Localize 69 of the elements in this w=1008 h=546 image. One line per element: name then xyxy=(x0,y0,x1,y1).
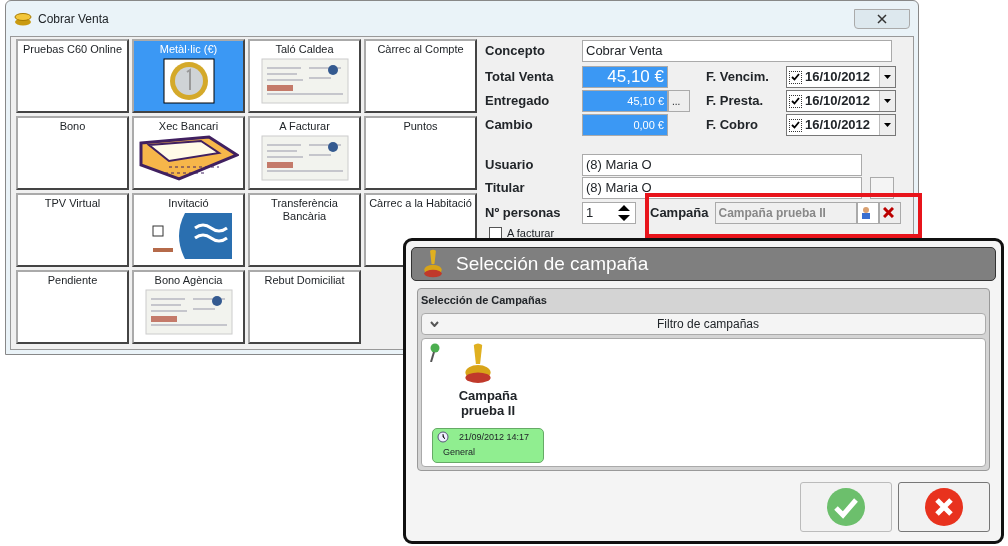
document-icon xyxy=(144,289,233,335)
field-label: F. Cobro xyxy=(706,116,759,135)
close-icon xyxy=(877,13,887,24)
person-icon xyxy=(860,206,871,219)
chequebook-icon xyxy=(138,135,239,181)
payment-tile[interactable]: TPV Virtual xyxy=(16,193,129,267)
check-icon xyxy=(826,486,866,527)
filter-bar[interactable]: Filtro de campañas xyxy=(421,312,986,335)
check-mark-icon xyxy=(791,73,800,81)
cancel-button[interactable] xyxy=(898,481,990,532)
field-label: Campaña xyxy=(650,203,709,222)
check-mark-icon xyxy=(791,121,800,129)
stamp-icon xyxy=(422,249,444,279)
close-icon xyxy=(882,207,894,218)
clear-button[interactable] xyxy=(878,201,901,224)
ellipsis-button[interactable]: ... xyxy=(668,90,690,112)
date-picker[interactable]: 16/10/2012 xyxy=(786,66,896,88)
chevron-icon xyxy=(430,320,439,327)
date-picker[interactable]: 16/10/2012 xyxy=(786,114,896,136)
document-icon xyxy=(260,135,349,181)
group-title: Selección de Campañas xyxy=(421,293,548,308)
field-label: Concepto xyxy=(485,42,546,61)
field-label: Nº personas xyxy=(485,203,562,222)
spin-arrows-icon[interactable] xyxy=(616,203,632,222)
pin-icon xyxy=(430,342,440,362)
usuario-field[interactable]: (8) Maria O xyxy=(582,153,862,176)
document-icon xyxy=(260,58,349,104)
payment-tile[interactable]: A Facturar xyxy=(248,116,361,190)
clock-icon xyxy=(437,431,449,444)
date-picker[interactable]: 16/10/2012 xyxy=(786,90,896,112)
field-label: Cambio xyxy=(485,116,534,135)
spin-field[interactable]: 1 xyxy=(582,201,636,224)
payment-tile[interactable]: Invitació xyxy=(132,193,245,267)
campaign-date: 21/09/2012 14:17 xyxy=(459,430,530,444)
close-button[interactable] xyxy=(854,8,910,29)
payment-tile[interactable]: Xec Bancari xyxy=(132,116,245,190)
date-value: 16/10/2012 xyxy=(805,68,871,87)
payment-tile[interactable]: Bono Agència xyxy=(132,270,245,344)
date-value: 16/10/2012 xyxy=(805,92,871,111)
payment-tile[interactable]: Rebut Domiciliat xyxy=(248,270,361,344)
checkbox-label: A facturar xyxy=(507,225,555,241)
campaign-category: General xyxy=(443,447,476,457)
cross-icon xyxy=(924,486,964,527)
field-label: Titular xyxy=(485,178,526,197)
payment-tile[interactable]: Pruebas C60 Online xyxy=(16,39,129,113)
coins-icon xyxy=(14,11,32,26)
date-value: 16/10/2012 xyxy=(805,116,871,135)
field-label: F. Presta. xyxy=(706,92,765,111)
payment-tile[interactable]: Càrrec al Compte xyxy=(364,39,477,113)
campaign-name: Campaña prueba II xyxy=(457,387,519,418)
coin-icon xyxy=(162,58,215,104)
checkbox[interactable] xyxy=(789,70,802,84)
person-button[interactable] xyxy=(856,201,879,224)
window-title: Cobrar Venta xyxy=(38,10,109,28)
payment-tile[interactable]: Bono xyxy=(16,116,129,190)
payment-tile[interactable]: Transferència Bancària xyxy=(248,193,361,267)
checkbox[interactable] xyxy=(789,118,802,132)
check-mark-icon xyxy=(791,97,800,105)
payment-tile[interactable]: Puntos xyxy=(364,116,477,190)
checkbox[interactable] xyxy=(789,94,802,108)
field-label: F. Vencim. xyxy=(706,68,770,87)
field-label: Total Venta xyxy=(485,68,555,87)
campaign-item[interactable]: Campaña prueba II 21/09/2012 14:17 General xyxy=(430,342,546,464)
concepto-field[interactable]: Cobrar Venta xyxy=(582,40,892,62)
payment-tile[interactable]: Pendiente xyxy=(16,270,129,344)
field-label: Usuario xyxy=(485,155,535,174)
field-label: Entregado xyxy=(485,92,551,111)
stamp-icon xyxy=(462,342,494,385)
payment-tile[interactable]: Taló Caldea xyxy=(248,39,361,113)
